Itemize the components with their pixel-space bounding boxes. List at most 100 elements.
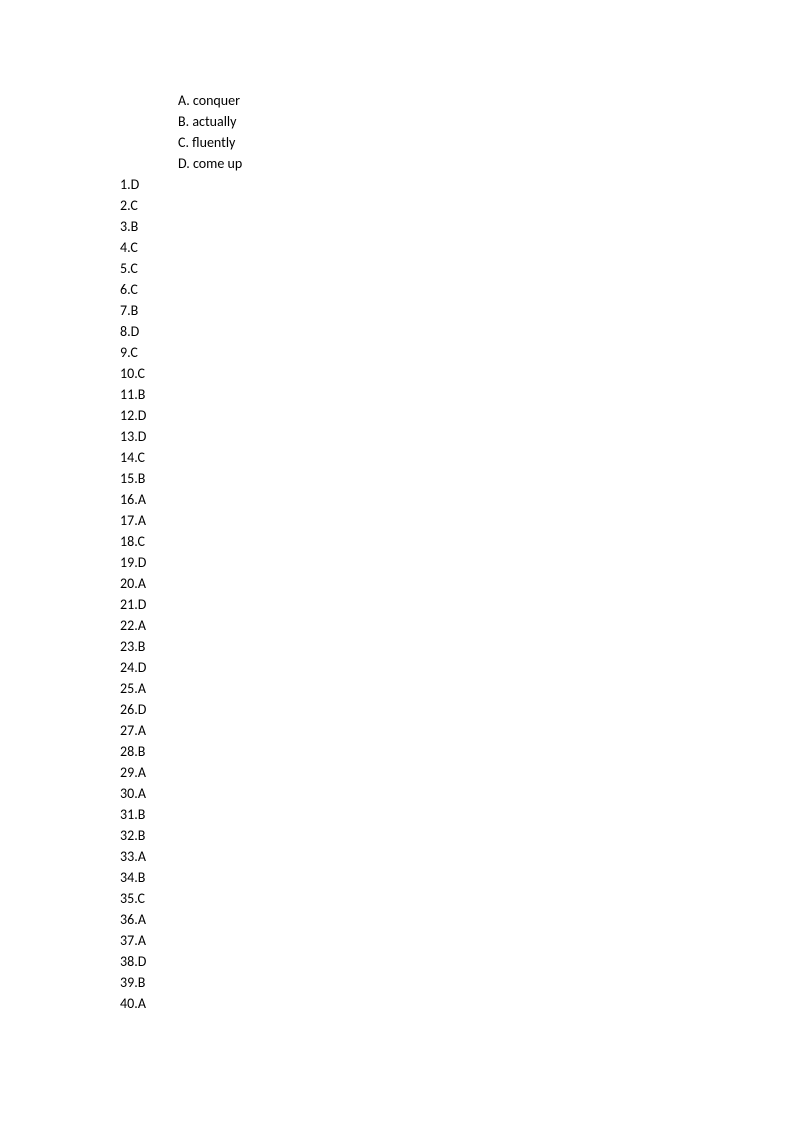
answer-letter: B [138,638,146,655]
option-item: A. conquer [120,90,242,111]
answer-item: 33.A [120,846,242,867]
answer-item: 17.A [120,510,242,531]
answer-item: 25.A [120,678,242,699]
answer-item: 30.A [120,783,242,804]
answer-letter: C [137,365,144,382]
option-letter: A [178,92,186,109]
answer-number: 16 [120,491,134,508]
answer-number: 12 [120,407,134,424]
answer-item: 18.C [120,531,242,552]
answer-item: 8.D [120,321,242,342]
answer-item: 15.B [120,468,242,489]
answer-item: 35.C [120,888,242,909]
answer-number: 35 [120,890,134,907]
answer-item: 31.B [120,804,242,825]
answer-item: 38.D [120,951,242,972]
answer-number: 11 [120,386,134,403]
answer-letter: A [138,932,146,949]
answer-number: 37 [120,932,134,949]
answer-item: 21.D [120,594,242,615]
answer-letter: B [131,302,139,319]
answer-letter: C [137,449,144,466]
answer-item: 36.A [120,909,242,930]
answer-item: 32.B [120,825,242,846]
answer-item: 1.D [120,174,242,195]
answer-letter: A [138,680,146,697]
answer-number: 20 [120,575,134,592]
answer-item: 40.A [120,993,242,1014]
answer-number: 25 [120,680,134,697]
option-text: actually [192,113,236,130]
answer-number: 15 [120,470,134,487]
answer-number: 24 [120,659,134,676]
answer-letter: C [130,197,137,214]
option-text: fluently [192,134,235,151]
answer-letter: A [138,764,146,781]
answer-item: 39.B [120,972,242,993]
answer-item: 13.D [120,426,242,447]
answer-letter: A [138,785,146,802]
answer-number: 10 [120,365,134,382]
answer-number: 33 [120,848,134,865]
option-separator: . [186,92,193,109]
answer-letter: C [130,344,137,361]
answer-number: 14 [120,449,134,466]
answer-letter: D [138,953,147,970]
option-text: conquer [193,92,240,109]
answer-number: 21 [120,596,134,613]
answer-letter: C [130,239,137,256]
answers-list: 1.D2.C3.B4.C5.C6.C7.B8.D9.C10.C11.B12.D1… [120,174,242,1014]
answer-letter: C [137,890,144,907]
answer-number: 13 [120,428,134,445]
option-item: C. fluently [120,132,242,153]
answer-letter: B [138,386,146,403]
answer-item: 9.C [120,342,242,363]
answer-item: 7.B [120,300,242,321]
answer-item: 12.D [120,405,242,426]
answer-number: 32 [120,827,134,844]
answer-letter: D [131,176,140,193]
answer-number: 23 [120,638,134,655]
option-text: come up [193,155,242,172]
answer-number: 27 [120,722,134,739]
answer-number: 22 [120,617,134,634]
answer-letter: B [138,743,146,760]
answer-number: 38 [120,953,134,970]
answer-number: 39 [120,974,134,991]
answer-item: 14.C [120,447,242,468]
answer-letter: A [138,617,146,634]
answer-letter: D [138,596,147,613]
option-item: D. come up [120,153,242,174]
answer-item: 5.C [120,258,242,279]
answer-item: 34.B [120,867,242,888]
answer-letter: B [131,218,139,235]
answer-letter: B [138,869,146,886]
answer-letter: D [138,407,147,424]
answer-letter: B [138,470,146,487]
answer-letter: A [138,491,146,508]
answer-item: 19.D [120,552,242,573]
option-separator: . [186,155,193,172]
option-item: B. actually [120,111,242,132]
answer-number: 18 [120,533,134,550]
answer-item: 27.A [120,720,242,741]
answer-number: 29 [120,764,134,781]
answer-letter: A [138,911,146,928]
answer-item: 4.C [120,237,242,258]
answer-item: 26.D [120,699,242,720]
answer-item: 24.D [120,657,242,678]
answer-item: 29.A [120,762,242,783]
answer-item: 3.B [120,216,242,237]
answer-item: 11.B [120,384,242,405]
answer-item: 23.B [120,636,242,657]
answer-number: 40 [120,995,134,1012]
answer-letter: B [138,974,146,991]
answer-number: 19 [120,554,134,571]
answer-letter: D [138,659,147,676]
answer-item: 37.A [120,930,242,951]
answer-number: 17 [120,512,134,529]
answer-item: 20.A [120,573,242,594]
answer-item: 10.C [120,363,242,384]
answer-item: 6.C [120,279,242,300]
answer-letter: D [138,554,147,571]
